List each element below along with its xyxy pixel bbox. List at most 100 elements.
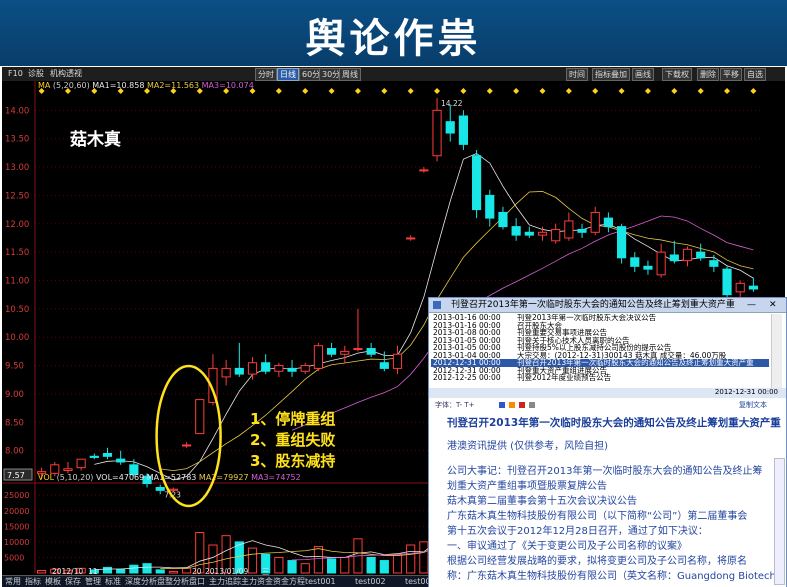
candle-body[interactable] [76,458,86,469]
candle-body[interactable] [116,458,126,463]
taskbar-tab[interactable]: 主力资金 [241,577,273,587]
candle-body[interactable] [458,115,468,145]
candle-body[interactable] [261,362,271,372]
candle-body[interactable] [366,348,376,355]
candle-body[interactable] [537,231,548,236]
candle-body[interactable] [498,211,508,228]
candle-body[interactable] [221,367,231,378]
volume-bar[interactable] [168,570,178,574]
candle-body[interactable] [102,452,113,457]
candle-body[interactable] [669,254,679,262]
announcement-window[interactable]: 刊登召开2013年第一次临时股东大会的通知公告及终止筹划重大资产重 — ✕ 20… [428,297,787,587]
toolbar-item[interactable]: F10 [6,68,25,79]
period-tab[interactable]: 日线 [277,68,299,81]
candle-body[interactable] [682,248,693,262]
taskbar-tab[interactable]: test002 [355,577,386,587]
candle-body[interactable] [696,251,706,259]
candle-body[interactable] [511,226,521,236]
volume-bar[interactable] [340,556,350,574]
toolbar-button[interactable]: 自选 [744,68,766,81]
candle-body[interactable] [524,231,534,236]
candle-body[interactable] [551,228,561,242]
candle-body[interactable] [445,121,455,134]
candle-body[interactable] [274,365,284,372]
candle-body[interactable] [327,348,337,355]
candle-body[interactable] [155,487,165,491]
toolbar-button[interactable]: 指标叠加 [592,68,630,81]
candle-body[interactable] [472,155,482,211]
candle-body[interactable] [392,353,403,369]
volume-bar[interactable] [155,569,165,574]
font-size-control[interactable]: 字体：T- T+ [435,400,475,410]
candle-body[interactable] [419,169,429,172]
taskbar-tab[interactable]: 深度分析 [125,577,157,587]
candle-body[interactable] [300,365,310,372]
candle-body[interactable] [630,257,640,267]
candle-body[interactable] [656,251,666,276]
volume-bar[interactable] [37,570,47,574]
taskbar-tab[interactable]: 模板 [45,577,61,587]
period-tab[interactable]: 分时 [255,68,277,81]
volume-bar[interactable] [366,556,376,574]
volume-bar[interactable] [142,563,152,574]
candle-body[interactable] [485,194,495,219]
candle-body[interactable] [406,237,416,240]
volume-bar[interactable] [287,560,297,574]
candle-body[interactable] [564,220,574,239]
taskbar-tab[interactable]: test001 [305,577,336,587]
volume-bar[interactable] [419,541,429,574]
taskbar-tab[interactable]: 主力追踪 [209,577,241,587]
taskbar-tab[interactable]: 保存 [65,577,81,587]
period-tab[interactable]: 周线 [339,68,361,81]
candle-body[interactable] [603,217,613,228]
volume-bar[interactable] [313,546,323,574]
taskbar-tab[interactable]: 标准 [105,577,121,587]
candle-body[interactable] [63,468,73,471]
toolbar-item[interactable]: 诊股 [26,68,46,79]
announcement-list-item[interactable]: 2012-12-25 00:00 刊登2012年度业绩预告公告 [431,374,769,382]
volume-bar[interactable] [379,560,389,574]
candle-body[interactable] [89,455,99,458]
taskbar-tab[interactable]: 指标 [25,577,41,587]
volume-bar[interactable] [102,566,113,574]
volume-bar[interactable] [327,558,337,574]
minimize-icon[interactable]: — [747,298,756,312]
taskbar-tab[interactable]: 资金方程 [273,577,305,587]
candle-body[interactable] [735,282,745,293]
close-icon[interactable]: ✕ [769,298,777,312]
toolbar-button[interactable]: 下载权 [662,68,692,81]
candle-body[interactable] [748,285,758,290]
volume-bar[interactable] [182,567,192,574]
candle-body[interactable] [577,228,587,233]
candle-body[interactable] [379,362,389,369]
candle-body[interactable] [287,367,297,372]
candle-body[interactable] [340,350,350,355]
taskbar-tab[interactable]: 盘口 [189,577,205,587]
toolbar-button[interactable]: 删除 [697,68,719,81]
candle-body[interactable] [353,348,363,351]
color-swatch[interactable] [529,402,535,408]
taskbar-tab[interactable]: 管理 [85,577,101,587]
volume-bar[interactable] [129,564,139,574]
toolbar-button[interactable]: 时间 [566,68,588,81]
color-swatch[interactable] [519,402,525,408]
candle-body[interactable] [247,362,258,375]
candle-body[interactable] [617,226,627,259]
announcement-list-scrollbar[interactable] [771,314,782,388]
toolbar-button[interactable]: 画线 [632,68,654,81]
candle-body[interactable] [643,265,653,270]
candle-body[interactable] [195,399,205,435]
volume-bar[interactable] [406,544,416,574]
toolbar-button[interactable]: 平移 [720,68,742,81]
announcement-content-scrollbar[interactable] [774,458,785,585]
color-swatch[interactable] [509,402,515,408]
candle-body[interactable] [709,260,719,267]
candle-body[interactable] [590,211,600,233]
taskbar-tab[interactable]: 盘整分析 [157,577,189,587]
volume-bar[interactable] [274,556,284,574]
toolbar-item[interactable]: 机构透视 [48,68,84,79]
copy-text-button[interactable]: 复制文本 [739,400,767,410]
volume-bar[interactable] [247,547,258,574]
volume-bar[interactable] [300,563,310,574]
color-swatch[interactable] [499,402,505,408]
